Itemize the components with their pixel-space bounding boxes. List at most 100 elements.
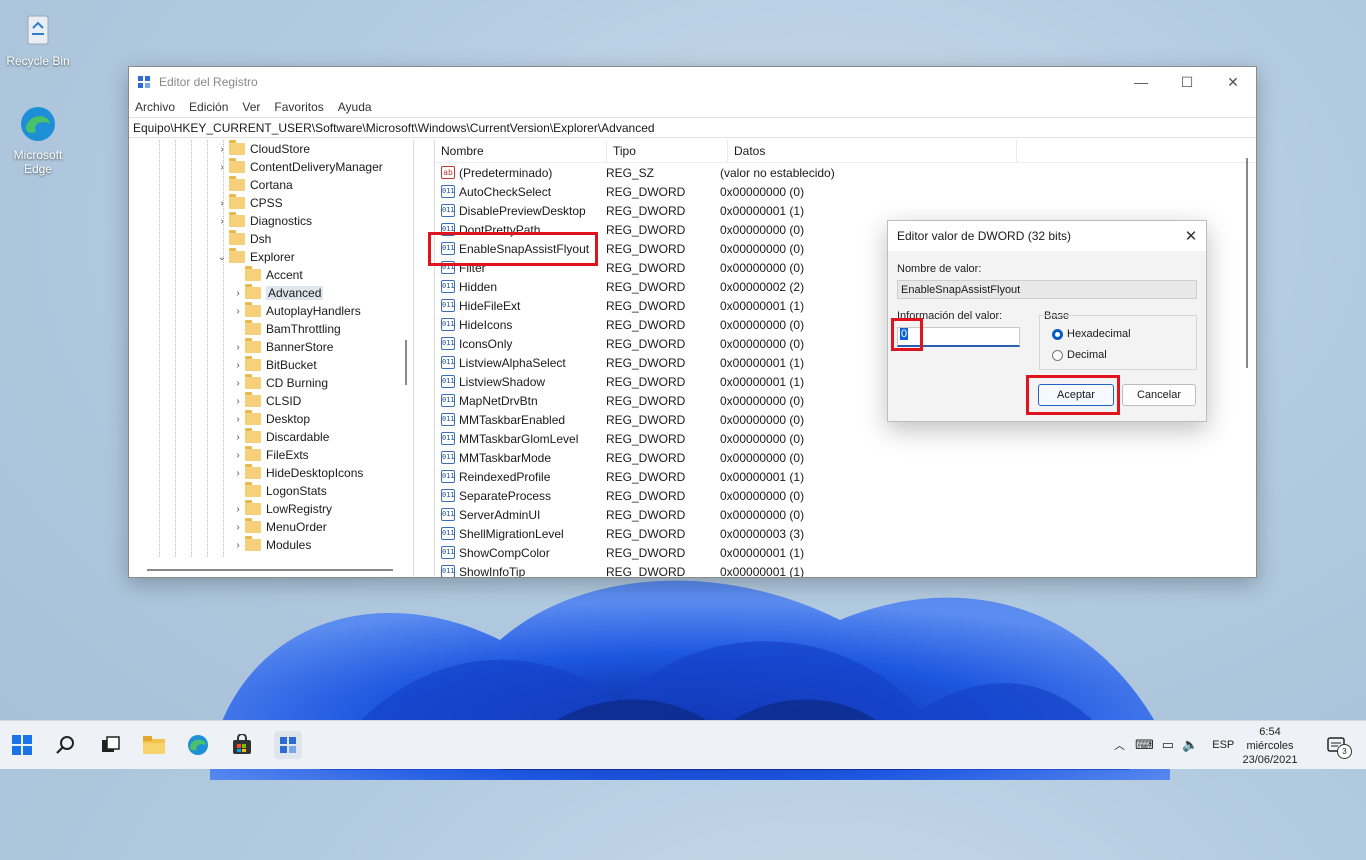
- value-row[interactable]: 011 ShowInfoTip REG_DWORD 0x00000001 (1): [435, 562, 1256, 577]
- chevron-right-icon[interactable]: ›: [231, 396, 245, 407]
- network-icon[interactable]: ⌨: [1135, 737, 1154, 753]
- tree-item[interactable]: LogonStats: [231, 482, 327, 500]
- tree-item[interactable]: › Diagnostics: [215, 212, 312, 230]
- tree-item[interactable]: › BitBucket: [231, 356, 317, 374]
- regedit-taskbar-button[interactable]: [274, 731, 302, 759]
- recycle-bin-shortcut[interactable]: Recycle Bin: [0, 10, 76, 68]
- binary-value-icon: 011: [441, 489, 455, 502]
- chevron-right-icon[interactable]: ›: [231, 342, 245, 353]
- chevron-right-icon[interactable]: ›: [231, 522, 245, 533]
- start-button[interactable]: [8, 731, 36, 759]
- tree-item[interactable]: › CloudStore: [215, 140, 310, 158]
- column-name[interactable]: Nombre: [435, 140, 607, 162]
- radio-hexadecimal[interactable]: Hexadecimal: [1052, 328, 1131, 340]
- tree-item[interactable]: › LowRegistry: [231, 500, 332, 518]
- value-type: REG_DWORD: [606, 412, 686, 427]
- chevron-right-icon[interactable]: ›: [231, 504, 245, 515]
- value-row[interactable]: 011 SeparateProcess REG_DWORD 0x00000000 (0…: [435, 486, 1256, 505]
- chevron-right-icon[interactable]: ›: [231, 468, 245, 479]
- maximize-button[interactable]: ☐: [1164, 67, 1210, 97]
- chevron-right-icon[interactable]: ›: [215, 144, 229, 155]
- chevron-right-icon[interactable]: ›: [231, 288, 245, 299]
- tree-item[interactable]: ⌄ Explorer: [215, 248, 295, 266]
- value-row[interactable]: 011 ShowCompColor REG_DWORD 0x00000001 (1): [435, 543, 1256, 562]
- tree-item[interactable]: › CPSS: [215, 194, 283, 212]
- tree-item[interactable]: › Advanced: [231, 284, 324, 302]
- list-scrollbar[interactable]: [1246, 158, 1248, 368]
- tree-h-scrollbar[interactable]: [147, 569, 393, 571]
- dialog-close-icon[interactable]: ✕: [1176, 227, 1206, 245]
- tree-item[interactable]: › ContentDeliveryManager: [215, 158, 383, 176]
- folder-icon: [245, 284, 261, 299]
- search-button[interactable]: [52, 731, 80, 759]
- tree-item[interactable]: › BannerStore: [231, 338, 333, 356]
- menu-favoritos[interactable]: Favoritos: [274, 100, 323, 114]
- tree-scrollbar[interactable]: [405, 340, 407, 385]
- value-row[interactable]: 011 MMTaskbarMode REG_DWORD 0x00000000 (0): [435, 448, 1256, 467]
- volume-icon[interactable]: 🔈: [1182, 737, 1198, 753]
- menu-ayuda[interactable]: Ayuda: [338, 100, 372, 114]
- value-row[interactable]: 011 ServerAdminUI REG_DWORD 0x00000000 (0): [435, 505, 1256, 524]
- value-row[interactable]: 011 AutoCheckSelect REG_DWORD 0x00000000 (0…: [435, 182, 1256, 201]
- folder-icon: [245, 302, 261, 317]
- tree-item[interactable]: › MenuOrder: [231, 518, 327, 536]
- tree-item[interactable]: › CLSID: [231, 392, 301, 410]
- store-button[interactable]: [228, 731, 256, 759]
- value-row[interactable]: ab (Predeterminado) REG_SZ (valor no establ…: [435, 163, 1256, 182]
- chevron-right-icon[interactable]: ›: [231, 450, 245, 461]
- tree-item[interactable]: › HideDesktopIcons: [231, 464, 363, 482]
- clock-time: 6:54: [1259, 726, 1281, 738]
- chevron-right-icon[interactable]: ›: [231, 378, 245, 389]
- tree-item[interactable]: › FileExts: [231, 446, 309, 464]
- folder-icon: [245, 410, 261, 425]
- file-explorer-button[interactable]: [140, 731, 168, 759]
- edge-taskbar-button[interactable]: [184, 731, 212, 759]
- menu-ver[interactable]: Ver: [242, 100, 260, 114]
- tree-item[interactable]: › Modules: [231, 536, 311, 554]
- chevron-right-icon[interactable]: ›: [231, 540, 245, 551]
- value-row[interactable]: 011 ShellMigrationLevel REG_DWORD 0x0000000…: [435, 524, 1256, 543]
- tree-item[interactable]: › AutoplayHandlers: [231, 302, 361, 320]
- radio-decimal[interactable]: Decimal: [1052, 349, 1107, 361]
- folder-icon: [229, 176, 245, 191]
- taskbar: ︿ ⌨ ▭ 🔈 ESP 6:54 miércoles 23/06/2021 3: [0, 720, 1366, 769]
- tree-item[interactable]: › Desktop: [231, 410, 310, 428]
- monitor-icon[interactable]: ▭: [1162, 737, 1174, 753]
- edge-shortcut[interactable]: Microsoft Edge: [0, 104, 76, 176]
- tree-item[interactable]: › CD Burning: [231, 374, 328, 392]
- chevron-down-icon[interactable]: ⌄: [215, 252, 229, 263]
- binary-value-icon: 011: [441, 394, 455, 407]
- tree-item[interactable]: Accent: [231, 266, 303, 284]
- address-bar[interactable]: Equipo\HKEY_CURRENT_USER\Software\Micros…: [129, 117, 1256, 138]
- chevron-right-icon[interactable]: ›: [215, 216, 229, 227]
- value-name-field[interactable]: EnableSnapAssistFlyout: [897, 280, 1197, 299]
- chevron-right-icon[interactable]: ›: [231, 306, 245, 317]
- column-type[interactable]: Tipo: [607, 140, 728, 162]
- chevron-right-icon[interactable]: ›: [215, 162, 229, 173]
- tree-item[interactable]: › Discardable: [231, 428, 329, 446]
- clock[interactable]: 6:54 miércoles 23/06/2021: [1230, 725, 1310, 767]
- tree-item[interactable]: Cortana: [215, 176, 293, 194]
- column-data[interactable]: Datos: [728, 140, 1017, 162]
- edge-icon: [18, 104, 58, 144]
- tree-item-label: Desktop: [266, 412, 311, 426]
- menu-archivo[interactable]: Archivo: [135, 100, 175, 114]
- value-type: REG_DWORD: [606, 355, 686, 370]
- cancel-button[interactable]: Cancelar: [1122, 384, 1196, 406]
- chevron-right-icon[interactable]: ›: [215, 198, 229, 209]
- value-row[interactable]: 011 ReindexedProfile REG_DWORD 0x00000001 (…: [435, 467, 1256, 486]
- value-row[interactable]: 011 DisablePreviewDesktop REG_DWORD 0x00000…: [435, 201, 1256, 220]
- tree-item[interactable]: BamThrottling: [231, 320, 341, 338]
- menu-edicion[interactable]: Edición: [189, 100, 228, 114]
- chevron-right-icon[interactable]: ›: [231, 360, 245, 371]
- folder-icon: [245, 536, 261, 551]
- tree-item[interactable]: Dsh: [215, 230, 271, 248]
- chevron-right-icon[interactable]: ›: [231, 432, 245, 443]
- chevron-right-icon[interactable]: ›: [231, 414, 245, 425]
- task-view-button[interactable]: [96, 731, 124, 759]
- value-row[interactable]: 011 MMTaskbarGlomLevel REG_DWORD 0x00000000…: [435, 429, 1256, 448]
- close-button[interactable]: ✕: [1210, 67, 1256, 97]
- chevron-up-icon[interactable]: ︿: [1114, 737, 1125, 753]
- minimize-button[interactable]: —: [1118, 67, 1164, 97]
- notifications-button[interactable]: 3: [1322, 731, 1352, 759]
